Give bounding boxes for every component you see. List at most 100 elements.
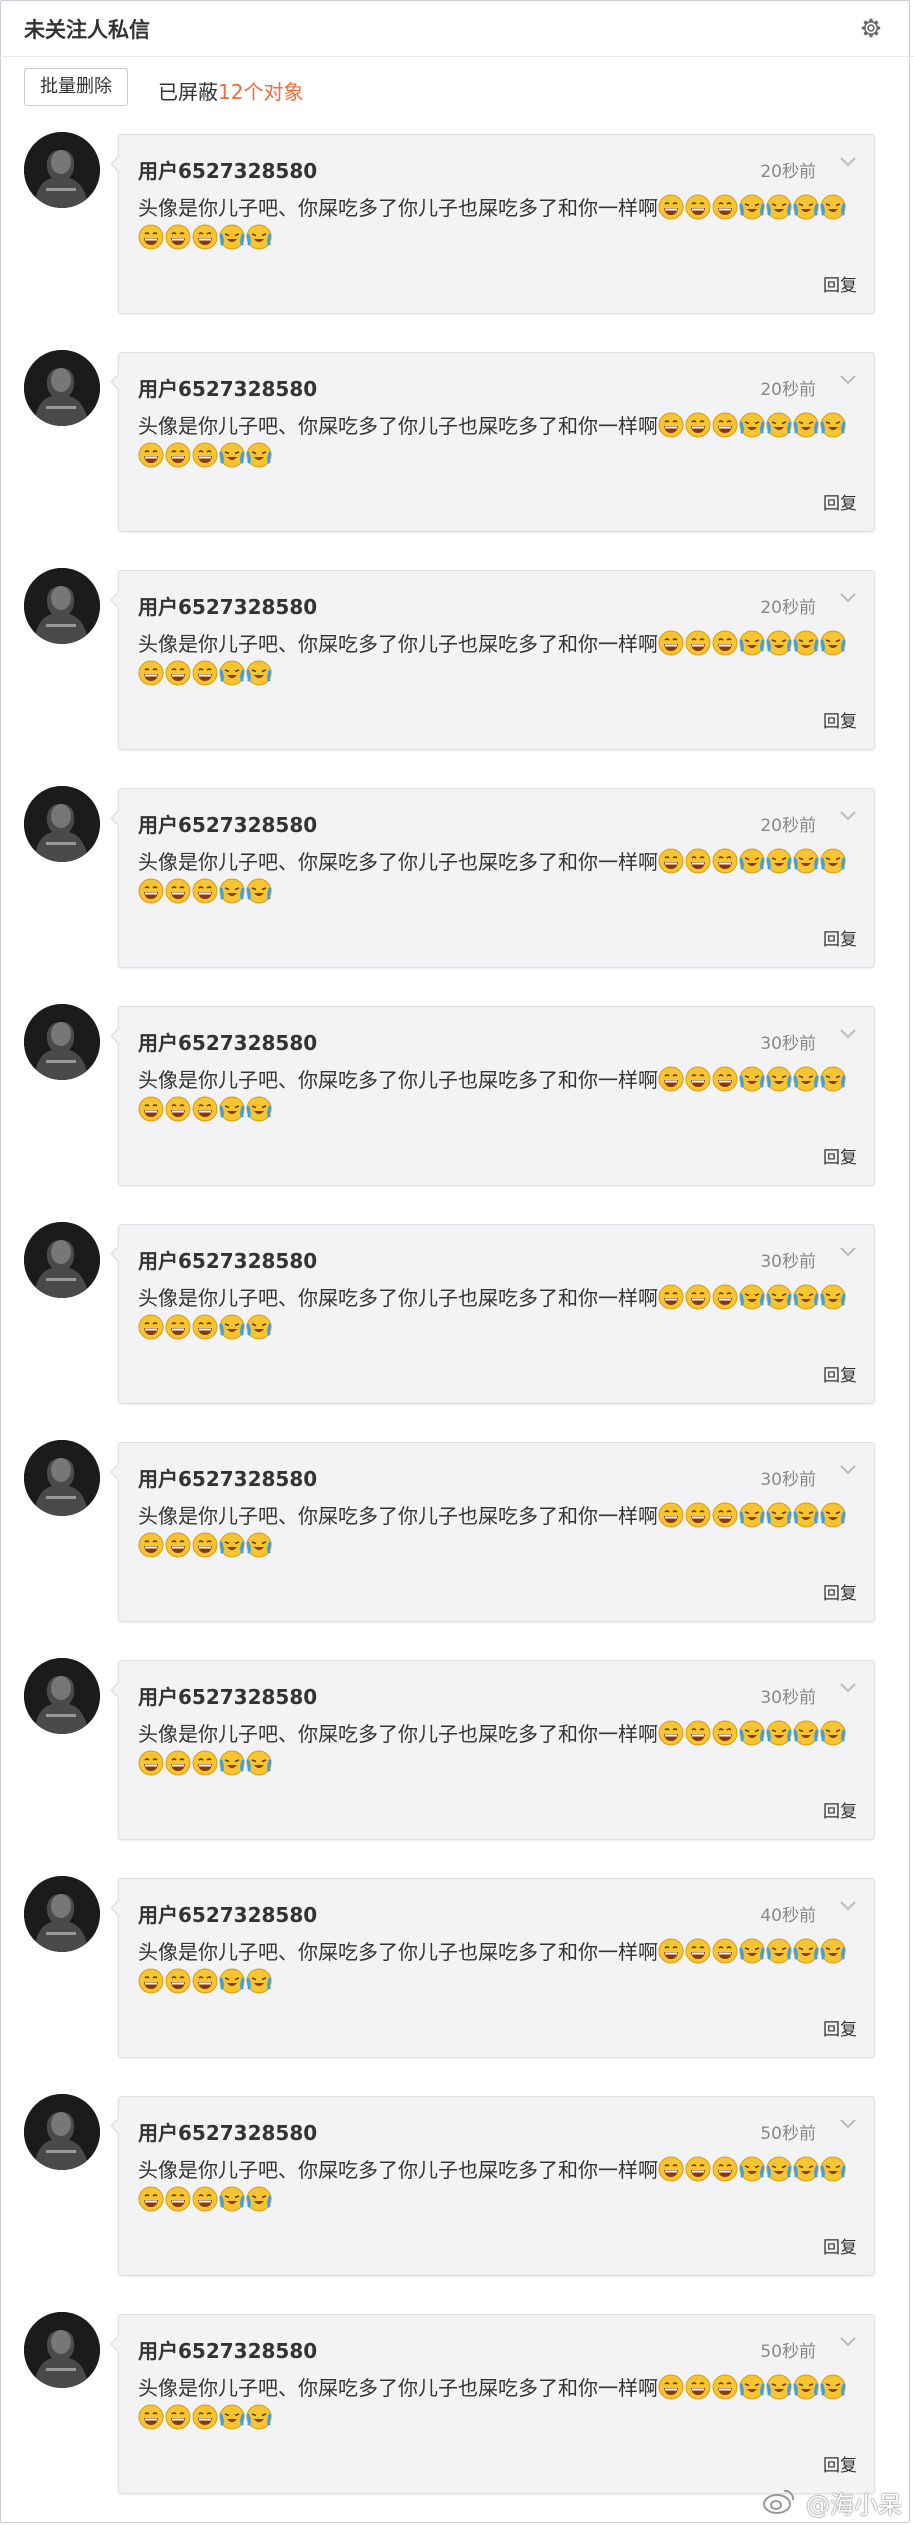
- laugh-cry-emoji-icon: [219, 1314, 245, 1340]
- avatar[interactable]: [24, 786, 100, 862]
- message-text: 头像是你儿子吧、你屎吃多了你儿子也屎吃多了和你一样啊: [138, 1722, 658, 1746]
- sender-name[interactable]: 用户6527328580: [138, 1681, 317, 1710]
- laugh-cry-emoji-icon: [793, 1284, 819, 1310]
- laugh-emoji-icon: [165, 2404, 191, 2430]
- message-card: 用户6527328580 20秒前 头像是你儿子吧、你屎吃多了你儿子也屎吃多了和你一…: [110, 788, 875, 968]
- laugh-emoji-icon: [712, 2374, 738, 2400]
- laugh-emoji-icon: [165, 660, 191, 686]
- avatar[interactable]: [24, 1440, 100, 1516]
- avatar[interactable]: [24, 350, 100, 426]
- laugh-emoji-icon: [712, 630, 738, 656]
- sender-name[interactable]: 用户6527328580: [138, 2335, 317, 2364]
- laugh-cry-emoji-icon: [766, 1502, 792, 1528]
- laugh-cry-emoji-icon: [246, 878, 272, 904]
- laugh-emoji-icon: [138, 1750, 164, 1776]
- sender-name[interactable]: 用户6527328580: [138, 155, 317, 184]
- reply-button[interactable]: 回复: [823, 2233, 857, 2258]
- message-text-block: 头像是你儿子吧、你屎吃多了你儿子也屎吃多了和你一样啊: [138, 193, 858, 253]
- chevron-down-icon[interactable]: [838, 1027, 858, 1041]
- laugh-emoji-icon: [138, 1532, 164, 1558]
- avatar[interactable]: [24, 1658, 100, 1734]
- message-card: 用户6527328580 30秒前 头像是你儿子吧、你屎吃多了你儿子也屎吃多了和你一…: [110, 1006, 875, 1186]
- laugh-cry-emoji-icon: [793, 1720, 819, 1746]
- message-time: 20秒前: [760, 380, 816, 400]
- chevron-down-icon[interactable]: [838, 1899, 858, 1913]
- message-item: 用户6527328580 30秒前头像是你儿子吧、你屎吃多了你儿子也屎吃多了和你一…: [0, 1658, 914, 1858]
- chevron-down-icon[interactable]: [838, 591, 858, 605]
- message-time: 30秒前: [760, 1688, 816, 1708]
- reply-button[interactable]: 回复: [823, 489, 857, 514]
- avatar[interactable]: [24, 1876, 100, 1952]
- blocked-count-link[interactable]: 12个对象: [218, 80, 303, 104]
- reply-button[interactable]: 回复: [823, 1361, 857, 1386]
- laugh-cry-emoji-icon: [739, 848, 765, 874]
- message-text: 头像是你儿子吧、你屎吃多了你儿子也屎吃多了和你一样啊: [138, 1068, 658, 1092]
- batch-delete-button[interactable]: 批量删除: [24, 68, 128, 106]
- laugh-cry-emoji-icon: [219, 878, 245, 904]
- laugh-emoji-icon: [658, 1502, 684, 1528]
- message-text: 头像是你儿子吧、你屎吃多了你儿子也屎吃多了和你一样啊: [138, 632, 658, 656]
- page-header: 未关注人私信: [0, 0, 914, 57]
- blocked-summary[interactable]: 已屏蔽12个对象: [158, 76, 303, 105]
- message-card: 用户6527328580 20秒前 头像是你儿子吧、你屎吃多了你儿子也屎吃多了和你一…: [110, 570, 875, 750]
- laugh-cry-emoji-icon: [793, 194, 819, 220]
- laugh-emoji-icon: [712, 1284, 738, 1310]
- chevron-down-icon[interactable]: [838, 2335, 858, 2349]
- message-time: 50秒前: [760, 2124, 816, 2144]
- chevron-down-icon[interactable]: [838, 1245, 858, 1259]
- chevron-down-icon[interactable]: [838, 155, 858, 169]
- laugh-emoji-icon: [192, 224, 218, 250]
- reply-button[interactable]: 回复: [823, 2015, 857, 2040]
- message-time: 30秒前: [760, 1470, 816, 1490]
- reply-button[interactable]: 回复: [823, 1579, 857, 1604]
- chevron-down-icon[interactable]: [838, 1681, 858, 1695]
- sender-name[interactable]: 用户6527328580: [138, 591, 317, 620]
- avatar[interactable]: [24, 132, 100, 208]
- sender-name[interactable]: 用户6527328580: [138, 809, 317, 838]
- message-card: 用户6527328580 50秒前 头像是你儿子吧、你屎吃多了你儿子也屎吃多了和你一…: [110, 2314, 875, 2494]
- laugh-cry-emoji-icon: [246, 660, 272, 686]
- reply-button[interactable]: 回复: [823, 271, 857, 296]
- laugh-cry-emoji-icon: [820, 1720, 846, 1746]
- chevron-down-icon[interactable]: [838, 373, 858, 387]
- message-time: 30秒前: [760, 1252, 816, 1272]
- laugh-cry-emoji-icon: [219, 224, 245, 250]
- gear-icon[interactable]: [858, 15, 884, 41]
- laugh-emoji-icon: [192, 1968, 218, 1994]
- message-card: 用户6527328580 20秒前 头像是你儿子吧、你屎吃多了你儿子也屎吃多了和你一…: [110, 352, 875, 532]
- sender-name[interactable]: 用户6527328580: [138, 1245, 317, 1274]
- reply-button[interactable]: 回复: [823, 2451, 857, 2476]
- avatar[interactable]: [24, 568, 100, 644]
- avatar[interactable]: [24, 1222, 100, 1298]
- sender-name[interactable]: 用户6527328580: [138, 1027, 317, 1056]
- laugh-emoji-icon: [658, 1720, 684, 1746]
- laugh-cry-emoji-icon: [820, 1066, 846, 1092]
- laugh-cry-emoji-icon: [766, 848, 792, 874]
- laugh-cry-emoji-icon: [793, 412, 819, 438]
- laugh-emoji-icon: [685, 1284, 711, 1310]
- message-text-block: 头像是你儿子吧、你屎吃多了你儿子也屎吃多了和你一样啊: [138, 1719, 858, 1779]
- chevron-down-icon[interactable]: [838, 809, 858, 823]
- sender-name[interactable]: 用户6527328580: [138, 373, 317, 402]
- chevron-down-icon[interactable]: [838, 2117, 858, 2131]
- laugh-cry-emoji-icon: [766, 412, 792, 438]
- avatar[interactable]: [24, 2312, 100, 2388]
- message-text: 头像是你儿子吧、你屎吃多了你儿子也屎吃多了和你一样啊: [138, 1940, 658, 1964]
- sender-name[interactable]: 用户6527328580: [138, 2117, 317, 2146]
- sender-name[interactable]: 用户6527328580: [138, 1899, 317, 1928]
- chevron-down-icon[interactable]: [838, 1463, 858, 1477]
- message-card: 用户6527328580 30秒前头像是你儿子吧、你屎吃多了你儿子也屎吃多了和你一…: [110, 1660, 875, 1840]
- sender-name[interactable]: 用户6527328580: [138, 1463, 317, 1492]
- laugh-cry-emoji-icon: [246, 2404, 272, 2430]
- laugh-emoji-icon: [658, 2374, 684, 2400]
- laugh-emoji-icon: [685, 630, 711, 656]
- laugh-cry-emoji-icon: [246, 1096, 272, 1122]
- avatar[interactable]: [24, 2094, 100, 2170]
- reply-button[interactable]: 回复: [823, 925, 857, 950]
- reply-button[interactable]: 回复: [823, 707, 857, 732]
- bubble-tail: [110, 373, 120, 391]
- reply-button[interactable]: 回复: [823, 1143, 857, 1168]
- laugh-emoji-icon: [138, 1968, 164, 1994]
- avatar[interactable]: [24, 1004, 100, 1080]
- reply-button[interactable]: 回复: [823, 1797, 857, 1822]
